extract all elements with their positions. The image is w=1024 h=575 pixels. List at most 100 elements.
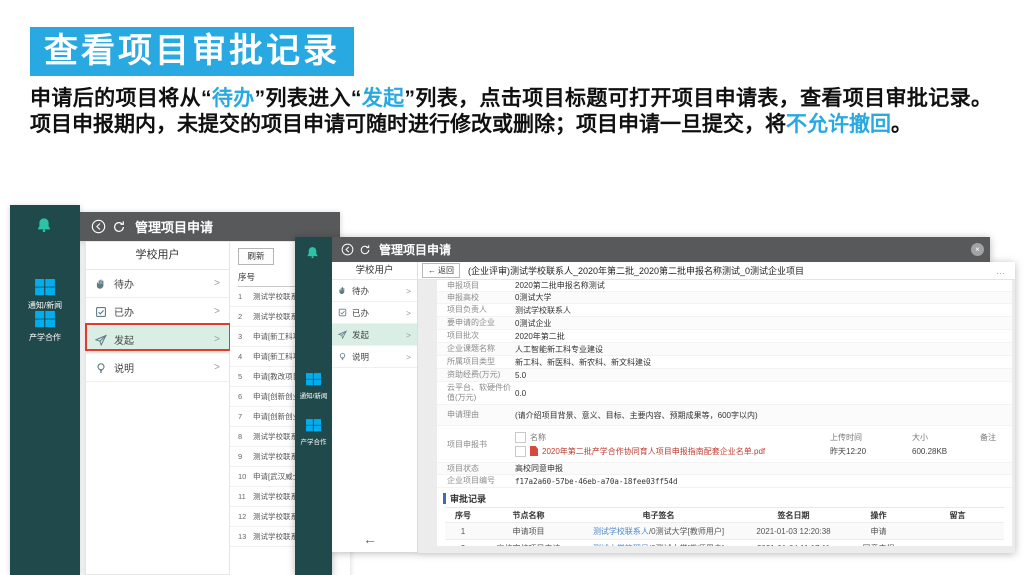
file-checkbox[interactable]: [515, 446, 526, 457]
field-placeholder: (请介绍项目背景、意义、目标、主要内容、预期成果等，600字以内): [515, 410, 1012, 421]
return-button[interactable]: ←返回: [422, 263, 460, 278]
chevron-right-icon: >: [406, 286, 411, 296]
col-size: 大小: [912, 432, 976, 443]
slide: 查看项目审批记录 申请后的项目将从“待办”列表进入“发起”列表，点击项目标题可打…: [0, 0, 1024, 575]
window-project-detail: 通知/新闻 产学合作 管理项目申请 × 学校用户 待办: [295, 237, 1015, 575]
field-label: 企业项目编号: [437, 476, 515, 486]
approval-table-row: 2 高校审核项目申请 测试大学管理员/0测试大学[教师用户] 2021-01-0…: [445, 540, 1004, 546]
file-link[interactable]: 2020年第二批产学合作协同育人项目申报指南配套企业名单.pdf: [542, 446, 826, 457]
row-number: 1: [238, 287, 253, 306]
window-manage-applications-list: 通知/新闻 产学合作 管理项目申请 学校用户 待办 >: [10, 205, 340, 575]
return-arrow-icon: ←: [428, 266, 436, 275]
col-action: 操作: [846, 510, 911, 521]
field-value: 2020第二批申报名称测试: [515, 280, 1012, 291]
sidebar-item-cooperation[interactable]: 产学合作: [295, 419, 332, 446]
form-row: 企业项目编号f17a2a60-57be-46eb-a70a-18fee03ff5…: [437, 475, 1012, 488]
refresh-icon[interactable]: [112, 220, 126, 234]
nav-item-label: 说明: [352, 351, 369, 363]
sidebar-item-label: 通知/新闻: [10, 300, 80, 311]
left-arrow-annotation: ←: [363, 531, 377, 547]
row-number: 10: [238, 467, 253, 486]
para-highlight-todo: 待办: [211, 87, 254, 110]
signer-link[interactable]: 测试学校联系人: [593, 527, 649, 536]
project-form-card: 申报项目2020第二批申报名称测试 申报高校0测试大学 项目负责人测试学校联系人…: [437, 280, 1012, 546]
intro-paragraph: 申请后的项目将从“待办”列表进入“发起”列表，点击项目标题可打开项目申请表，查看…: [30, 86, 992, 138]
col-sign-date: 签名日期: [741, 510, 846, 521]
nav-item-initiate[interactable]: 发起 >: [86, 326, 229, 354]
window-title: 管理项目申请: [379, 241, 451, 258]
bell-icon[interactable]: [306, 246, 319, 259]
col-name: 名称: [530, 432, 826, 443]
nav-item-label: 待办: [352, 285, 369, 297]
section-title-text: 审批记录: [450, 492, 486, 505]
chevron-right-icon: >: [214, 334, 220, 345]
app-sidebar: 通知/新闻 产学合作: [295, 237, 332, 575]
para-text: 申请后的项目将从“: [30, 87, 211, 110]
windows-logo-icon: [306, 373, 321, 386]
nav-item-done[interactable]: 已办 >: [86, 298, 229, 326]
col-note: 备注: [980, 432, 1008, 443]
nav-item-done[interactable]: 已办 >: [332, 302, 417, 324]
row-number: 3: [238, 327, 253, 346]
approval-section-title: 审批记录: [437, 488, 1012, 507]
window-title: 管理项目申请: [135, 217, 213, 236]
approval-table-row: 1 申请项目 测试学校联系人/0测试大学[教师用户] 2021-01-03 12…: [445, 523, 1004, 540]
field-label: 要申请的企业: [437, 318, 515, 328]
field-label: 企业课题名称: [437, 344, 515, 354]
window-titlebar: 管理项目申请 ×: [332, 237, 990, 262]
nav-role-header: 学校用户: [86, 242, 229, 270]
field-value: 0测试企业: [515, 318, 1012, 329]
chevron-right-icon: >: [406, 308, 411, 318]
col-signature: 电子签名: [576, 510, 741, 521]
sidebar-item-label: 通知/新闻: [295, 390, 332, 400]
nav-item-initiate[interactable]: 发起 >: [332, 324, 417, 346]
field-value: 人工智能新工科专业建设: [515, 344, 1012, 355]
close-icon[interactable]: ×: [971, 243, 984, 256]
nav-item-info[interactable]: 说明 >: [86, 354, 229, 382]
form-row: 云平台、软硬件价值(万元)0.0: [437, 382, 1012, 405]
col-seq: 序号: [445, 510, 481, 521]
back-icon[interactable]: [341, 243, 354, 256]
project-title[interactable]: (企业评审)测试学校联系人_2020年第二批_2020第二批申报名称测试_0测试…: [468, 264, 987, 277]
signer-link[interactable]: 测试大学管理员: [593, 544, 649, 547]
approval-table: 序号 节点名称 电子签名 签名日期 操作 留言 1 申请项目 测试学校联系人/0…: [445, 507, 1004, 546]
field-label: 项目负责人: [437, 305, 515, 315]
nav-item-label: 已办: [352, 307, 369, 319]
nav-item-todo[interactable]: 待办 >: [332, 280, 417, 302]
cell-sign-date: 2021-01-03 12:20:38: [741, 527, 846, 536]
sidebar-item-news[interactable]: 通知/新闻: [295, 373, 332, 400]
row-number: 12: [238, 507, 253, 526]
refresh-button[interactable]: 刷新: [238, 248, 274, 265]
chevron-right-icon: >: [406, 352, 411, 362]
todo-hand-icon: [338, 286, 347, 295]
return-label: 返回: [438, 265, 454, 276]
more-icon[interactable]: …: [996, 266, 1006, 276]
back-icon[interactable]: [91, 219, 106, 234]
app-sidebar: 通知/新闻 产学合作: [10, 205, 80, 575]
windows-logo-icon: [306, 419, 321, 432]
form-row: 项目批次2020年第二批: [437, 330, 1012, 343]
field-value: 5.0: [515, 371, 1012, 380]
nav-panel: 学校用户 待办 > 已办 > 发起 > 说明 >: [332, 262, 418, 552]
nav-item-info[interactable]: 说明 >: [332, 346, 417, 368]
form-row: 项目负责人测试学校联系人: [437, 304, 1012, 317]
sidebar-item-cooperation[interactable]: 产学合作: [10, 311, 80, 343]
para-text: ”列表进入“: [255, 87, 362, 110]
sidebar-item-news[interactable]: 通知/新闻: [10, 279, 80, 311]
chevron-right-icon: >: [214, 278, 220, 289]
form-row: 企业课题名称人工智能新工科专业建设: [437, 343, 1012, 356]
detail-header-row: ←返回 (企业评审)测试学校联系人_2020年第二批_2020第二批申报名称测试…: [418, 262, 1015, 280]
form-row: 所属项目类型新工科、新医科、新农科、新文科建设: [437, 356, 1012, 369]
cell-signature: 测试大学管理员/0测试大学[教师用户]: [576, 543, 741, 547]
field-value: 新工科、新医科、新农科、新文科建设: [515, 357, 1012, 368]
detail-content: 申报项目2020第二批申报名称测试 申报高校0测试大学 项目负责人测试学校联系人…: [418, 280, 1015, 553]
row-number: 13: [238, 527, 253, 546]
cell-sign-date: 2021-01-04 11:17:11: [741, 544, 846, 547]
sidebar-item-label: 产学合作: [295, 436, 332, 446]
nav-item-todo[interactable]: 待办 >: [86, 270, 229, 298]
bell-icon[interactable]: [36, 217, 52, 233]
refresh-icon[interactable]: [359, 244, 371, 256]
form-row: 项目状态高校同意申报: [437, 463, 1012, 475]
select-all-checkbox[interactable]: [515, 432, 526, 443]
field-value: 0.0: [515, 389, 1012, 398]
